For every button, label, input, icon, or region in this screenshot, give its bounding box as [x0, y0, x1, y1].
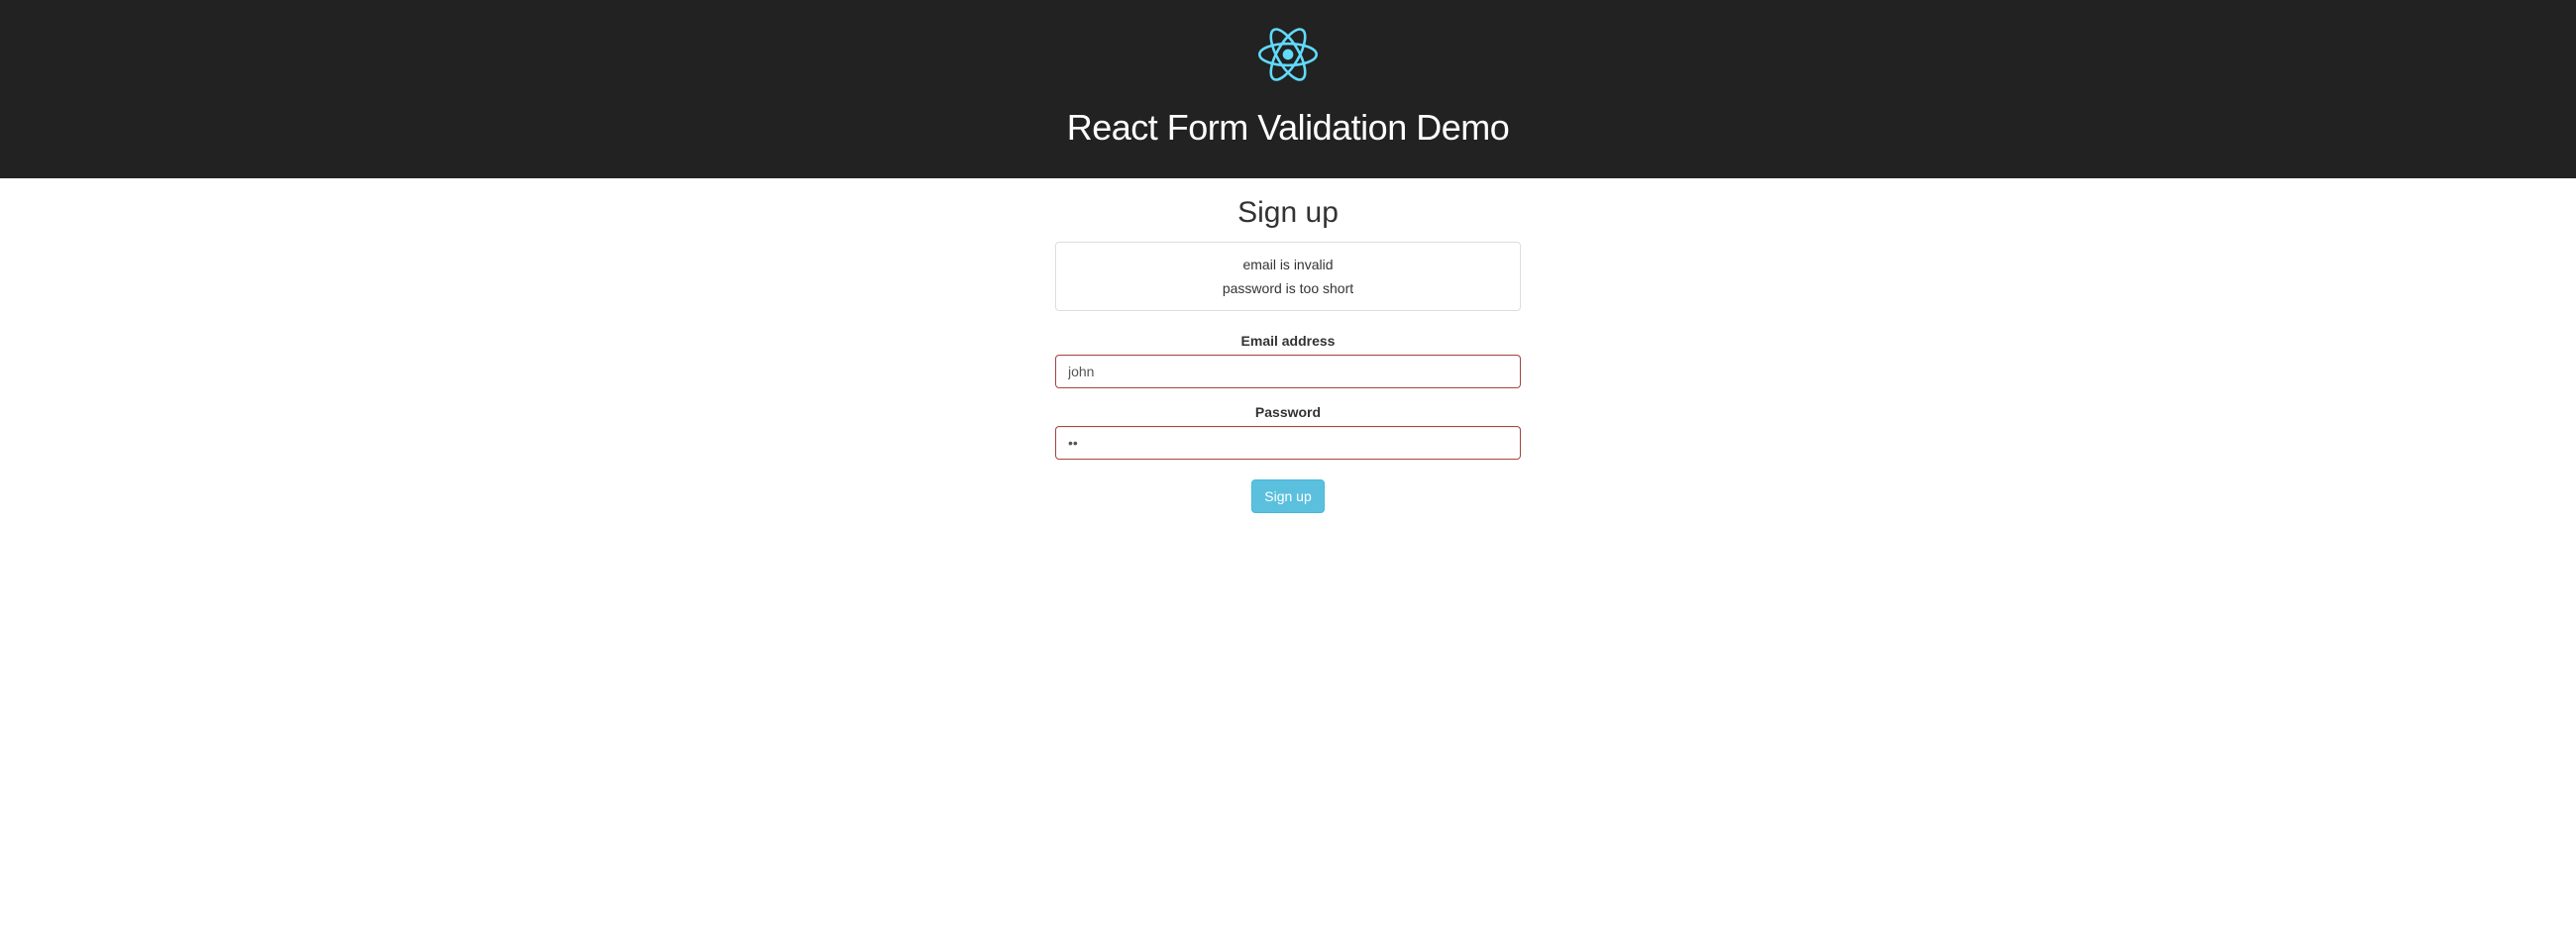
password-label: Password — [1055, 404, 1521, 420]
error-message: password is too short — [1056, 276, 1520, 300]
form-container: Sign up email is invalid password is too… — [1055, 178, 1521, 513]
form-title: Sign up — [1055, 196, 1521, 230]
react-logo-icon — [1258, 25, 1318, 84]
signup-button[interactable]: Sign up — [1251, 479, 1324, 513]
password-field[interactable] — [1055, 426, 1521, 460]
email-label: Email address — [1055, 333, 1521, 349]
email-group: Email address — [1055, 333, 1521, 388]
error-panel: email is invalid password is too short — [1055, 242, 1521, 311]
logo-wrap — [0, 25, 2576, 89]
email-field[interactable] — [1055, 355, 1521, 388]
error-message: email is invalid — [1056, 253, 1520, 276]
password-group: Password — [1055, 404, 1521, 460]
app-title: React Form Validation Demo — [0, 107, 2576, 149]
app-header: React Form Validation Demo — [0, 0, 2576, 178]
